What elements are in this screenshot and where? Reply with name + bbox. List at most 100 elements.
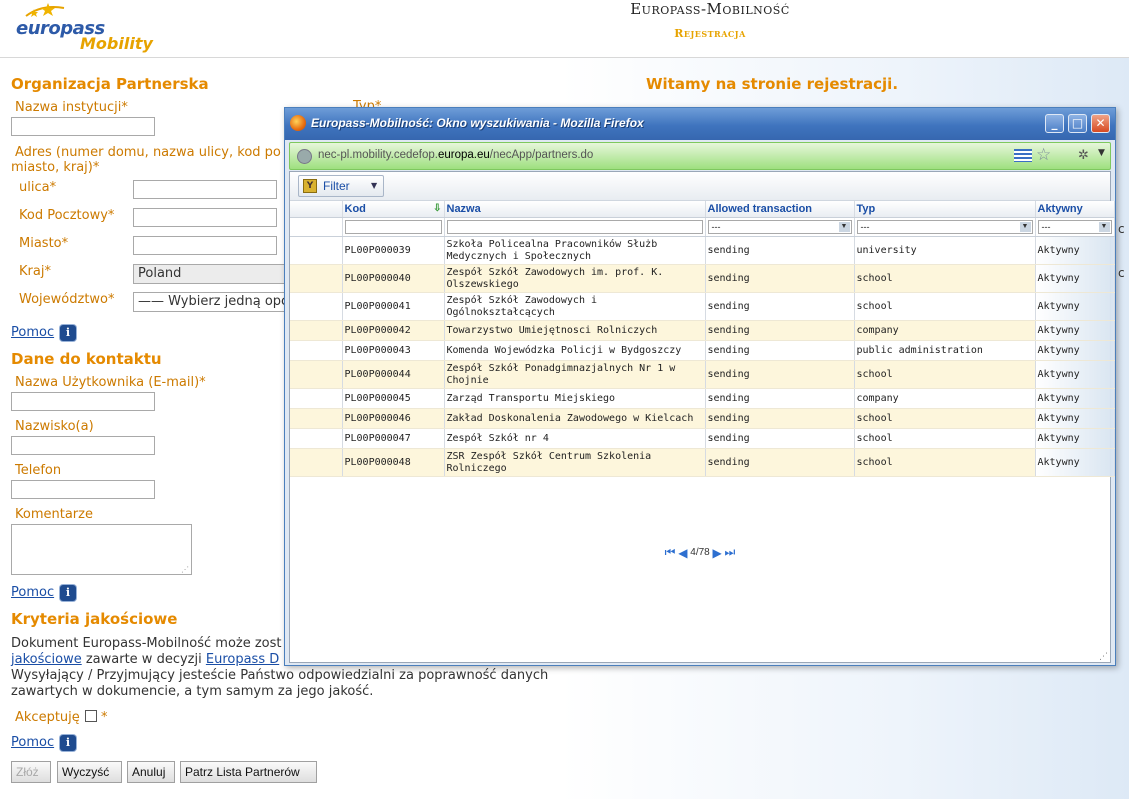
popup-title: Europass-Mobilność: Okno wyszukiwania - … [311,116,644,130]
page-header: europass Mobility Europass-Mobilność Rej… [0,0,1129,58]
last-page-icon[interactable]: ⏭ [725,545,736,560]
cell-typ: company [854,320,1036,341]
column-header-aktywny[interactable]: Aktywny [1035,201,1115,218]
partners-table: Kod ⇩ Nazwa Allowed transaction Typ Aktyw… [290,201,1115,477]
cell-select [290,360,343,389]
transaction-filter-select[interactable]: --- ▼ [707,220,852,234]
help-link-partner[interactable]: Pomoc [11,325,54,340]
europass-decision-link[interactable]: Europass D [206,652,279,667]
quality-text-line3: Wysyłający / Przyjmujący jesteście Państ… [11,668,549,683]
table-row[interactable]: PL00P000040 Zespół Szkół Zawodowych im. p… [290,264,1115,293]
url-text[interactable]: nec-pl.mobility.cedefop.europa.eu/necApp… [318,149,593,161]
info-icon[interactable]: i [60,585,76,601]
cell-typ: school [854,428,1036,449]
chevron-down-icon: ▼ [371,181,378,190]
cell-trans: sending [705,428,855,449]
site-title: Europass-Mobilność [630,0,790,18]
column-header-nazwa[interactable]: Nazwa [444,201,706,218]
cell-trans: sending [705,360,855,389]
submit-button[interactable]: Złóż [11,761,51,783]
cell-kod: PL00P000047 [342,428,445,449]
addon-icon[interactable]: ✲ [1078,148,1089,163]
kod-filter-input[interactable] [344,220,442,234]
popup-titlebar[interactable]: Europass-Mobilność: Okno wyszukiwania - … [285,108,1115,140]
table-row[interactable]: PL00P000046 Zakład Doskonalenia Zawodoweg… [290,408,1115,429]
partners-list-button[interactable]: Patrz Lista Partnerów [180,761,317,783]
address-label-line2: miasto, kraj)* [11,160,100,175]
quality-text-mid: zawarte w decyzji [81,652,206,667]
next-page-icon[interactable]: ▶ [713,546,722,560]
help-link-contact[interactable]: Pomoc [11,585,54,600]
chevron-down-icon[interactable]: ▼ [1098,148,1105,158]
filter-cell [290,217,343,237]
cell-select [290,264,343,293]
column-header-kod[interactable]: Kod ⇩ [342,201,445,218]
table-row[interactable]: PL00P000047 Zespół Szkół nr 4 sending schoo… [290,428,1115,449]
filter-label: Filter [323,179,350,193]
cell-aktywny: Aktywny [1035,292,1115,321]
bookmark-star-icon[interactable]: ☆ [1036,146,1051,164]
chevron-down-icon: ▼ [1098,222,1110,232]
table-row[interactable]: PL00P000042 Towarzystwo Umiejętnosci Roln… [290,320,1115,341]
cell-typ: school [854,360,1036,389]
city-input[interactable] [133,236,277,255]
address-bar[interactable]: nec-pl.mobility.cedefop.europa.eu/necApp… [289,142,1111,170]
cancel-button[interactable]: Anuluj [127,761,175,783]
column-header-typ[interactable]: Typ [854,201,1036,218]
table-row[interactable]: PL00P000039 Szkoła Policealna Pracowników… [290,236,1115,265]
quality-text-line1: Dokument Europass-Mobilność może zost [11,636,282,651]
quality-criteria-link[interactable]: jakościowe [11,652,82,667]
column-header-allowed-transaction[interactable]: Allowed transaction [705,201,855,218]
cell-kod: PL00P000040 [342,264,445,293]
cell-kod: PL00P000045 [342,388,445,409]
quality-text-line4: zawartych w dokumencie, a tym samym za j… [11,684,374,699]
table-row[interactable]: PL00P000043 Komenda Wojewódzka Policji w … [290,340,1115,361]
phone-input[interactable] [11,480,155,499]
clipped-text: c [1118,266,1125,280]
clear-button[interactable]: Wyczyść [57,761,122,783]
greek-flag-icon[interactable] [1014,149,1032,162]
institution-input[interactable] [11,117,155,136]
table-row[interactable]: PL00P000041 Zespół Szkół Zawodowych i Ogó… [290,292,1115,321]
cell-select [290,340,343,361]
typ-filter-select[interactable]: --- ▼ [856,220,1033,234]
search-popup-window[interactable]: Europass-Mobilność: Okno wyszukiwania - … [284,107,1116,666]
maximize-icon[interactable]: □ [1068,114,1087,133]
minimize-icon[interactable]: _ [1045,114,1064,133]
table-row[interactable]: PL00P000044 Zespół Szkół Ponadgimnazjalny… [290,360,1115,389]
comments-textarea[interactable]: ⋰ [11,524,192,575]
country-select[interactable]: Poland [133,264,285,284]
postal-code-input[interactable] [133,208,277,227]
help-link-quality[interactable]: Pomoc [11,735,54,750]
voivodeship-select[interactable]: —— Wybierz jedną opc [133,292,285,312]
table-row[interactable]: PL00P000045 Zarząd Transportu Miejskiego s… [290,388,1115,409]
street-input[interactable] [133,180,277,199]
chevron-down-icon: ▼ [1019,222,1031,232]
resize-grip-icon[interactable]: ⋰ [181,565,189,574]
previous-page-icon[interactable]: ◀ [678,546,687,560]
cell-select [290,292,343,321]
filter-button[interactable]: Y Filter ▼ [298,175,384,197]
table-row[interactable]: PL00P000048 ZSR Zespół Szkół Centrum Szko… [290,448,1115,477]
quality-heading: Kryteria jakościowe [11,610,178,628]
site-identity-icon[interactable] [297,149,312,164]
welcome-heading: Witamy na stronie rejestracji. [646,75,899,93]
aktywny-filter-select[interactable]: --- ▼ [1037,220,1112,234]
cell-aktywny: Aktywny [1035,360,1115,389]
cell-kod: PL00P000043 [342,340,445,361]
cell-nazwa: Zespół Szkół Zawodowych i Ogólnokształcą… [444,292,706,321]
first-page-icon[interactable]: ⏮ [665,545,676,560]
cell-kod: PL00P000046 [342,408,445,429]
accept-checkbox[interactable] [85,710,97,722]
close-icon[interactable]: ✕ [1091,114,1110,133]
cell-kod: PL00P000048 [342,448,445,477]
surname-input[interactable] [11,436,155,455]
resize-grip-icon[interactable]: ⋰ [1099,652,1108,662]
cell-nazwa: Zespół Szkół Ponadgimnazjalnych Nr 1 w C… [444,360,706,389]
cell-nazwa: Zarząd Transportu Miejskiego [444,388,706,409]
info-icon[interactable]: i [60,325,76,341]
nazwa-filter-input[interactable] [446,220,703,234]
username-input[interactable] [11,392,155,411]
info-icon[interactable]: i [60,735,76,751]
username-label: Nazwa Użytkownika (E-mail)* [15,375,206,390]
